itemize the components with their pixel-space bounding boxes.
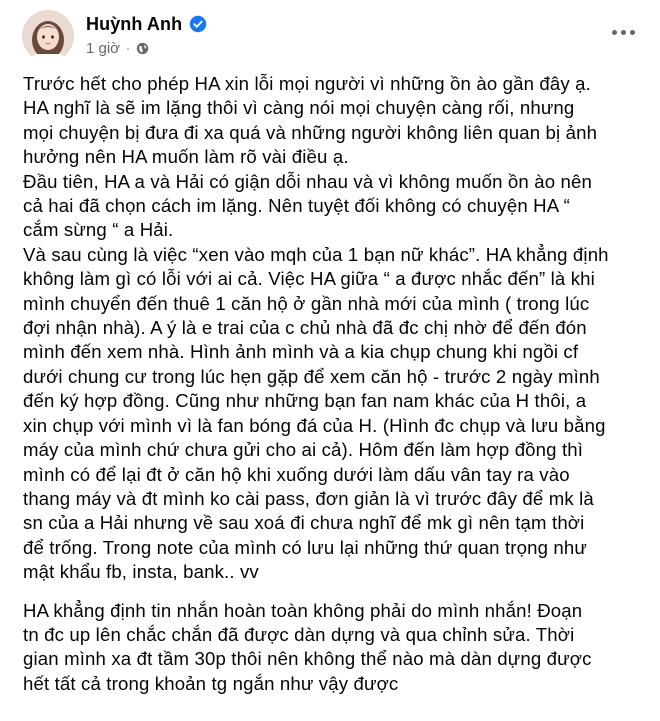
post-text-line: cả hai đã chọn cách im lặng. Nên tuyệt đ… bbox=[23, 195, 570, 217]
post-text-line: gian mình xa đt tầm 30p thôi nên không t… bbox=[23, 648, 592, 670]
author-row: Huỳnh Anh bbox=[86, 12, 207, 36]
post-text-line: cắm sừng “ a Hải. bbox=[23, 219, 174, 241]
avatar-portrait bbox=[22, 10, 74, 62]
post-text-line: máy của mình chứ chưa gửi cho ai cả). Hô… bbox=[23, 439, 584, 461]
post-text-line: đến ký hợp đồng. Cũng như những bạn fan … bbox=[23, 390, 587, 412]
post-text-line: thang máy và đt mình ko cài pass, đơn gi… bbox=[23, 487, 594, 509]
post-text-line: mọi chuyện bị đưa đi xa quá và những ngư… bbox=[23, 121, 598, 143]
globe-icon[interactable] bbox=[136, 42, 149, 55]
post-text-line: hết tất cả trong khoản tg ngắn như vậy đ… bbox=[23, 672, 399, 694]
post-text-line: Trước hết cho phép HA xin lỗi mọi người … bbox=[23, 73, 591, 94]
post-text-line: mình đến xem nhà. Hình ảnh mình và a kia… bbox=[23, 341, 579, 363]
post-text-line: xin chụp với mình vì là fan bóng đá của … bbox=[23, 414, 606, 436]
post-text-line: sn của a Hải nhưng về sau xoá đi chưa ng… bbox=[23, 512, 585, 534]
post-paragraph-2: HA khẳng định tin nhắn hoàn toàn không p… bbox=[23, 599, 643, 697]
post-text-line: mình chuyển đến thuê 1 căn hộ ở gần nhà … bbox=[23, 292, 590, 314]
post-text-line: dưới chung cư trong lúc hẹn gặp để xem c… bbox=[23, 365, 600, 387]
post-text-line: để trống. Trong note của mình có lưu lại… bbox=[23, 536, 587, 558]
verified-badge-icon bbox=[189, 15, 207, 33]
post-paragraph-1: Trước hết cho phép HA xin lỗi mọi người … bbox=[23, 72, 643, 585]
author-name[interactable]: Huỳnh Anh bbox=[86, 14, 182, 35]
post-text-line: tn đc up lên chắc chắn đã được dàn dựng … bbox=[23, 623, 575, 645]
post-text-line: Đầu tiên, HA a và Hải có giận dỗi nhau v… bbox=[23, 170, 592, 192]
post-text-line: HA nghĩ là sẽ im lặng thôi vì càng nói m… bbox=[23, 97, 575, 119]
post-text-line: mật khẩu fb, insta, bank.. vv bbox=[23, 561, 259, 583]
avatar[interactable] bbox=[22, 10, 74, 62]
post-text-line: không làm gì có lỗi với ai cả. Việc HA g… bbox=[23, 268, 595, 290]
separator-dot: · bbox=[126, 41, 131, 55]
post-timestamp[interactable]: 1 giờ bbox=[86, 40, 120, 57]
post-meta: 1 giờ · bbox=[86, 38, 149, 58]
post-text-line: Và sau cùng là việc “xen vào mqh của 1 b… bbox=[23, 243, 609, 265]
post-text-line: đợi nhận nhà). A ý là e trai của c chủ n… bbox=[23, 317, 587, 339]
more-options-icon[interactable] bbox=[608, 22, 638, 42]
post-text-line: hưởng nên HA muốn làm rõ vài điều ạ. bbox=[23, 146, 349, 168]
post-text-line: mình có để lại đt ở căn hộ khi xuống dướ… bbox=[23, 463, 570, 485]
post-header: Huỳnh Anh 1 giờ · bbox=[0, 0, 660, 70]
post-text-line: HA khẳng định tin nhắn hoàn toàn không p… bbox=[23, 599, 583, 621]
post-text: Trước hết cho phép HA xin lỗi mọi người … bbox=[23, 72, 643, 696]
